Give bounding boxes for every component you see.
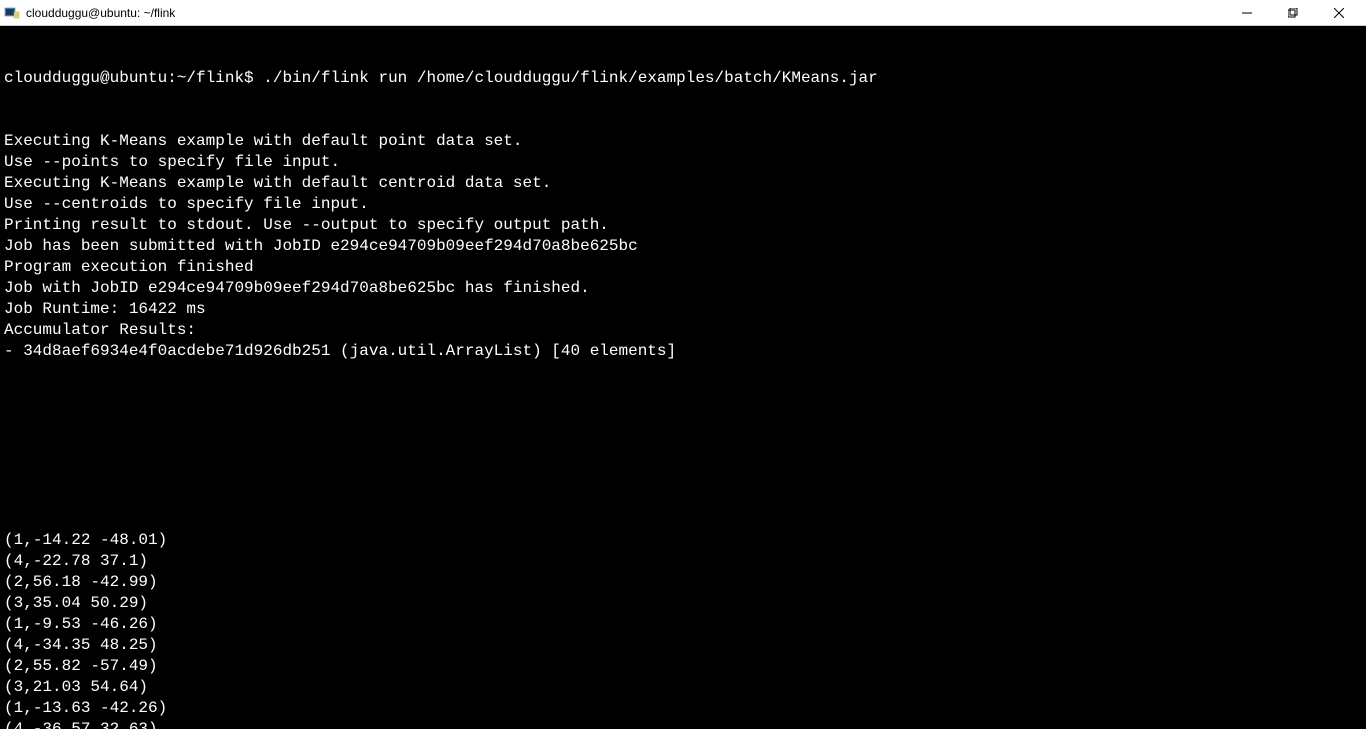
data-point-line: (1,-9.53 -46.26) [4,614,1362,635]
command-line: cloudduggu@ubuntu:~/flink$ ./bin/flink r… [4,68,1362,89]
data-point-line: (3,35.04 50.29) [4,593,1362,614]
blank-line [4,467,1362,488]
window-controls [1224,0,1362,26]
data-point-line: (1,-14.22 -48.01) [4,530,1362,551]
output-line: Job with JobID e294ce94709b09eef294d70a8… [4,278,1362,299]
output-line: Printing result to stdout. Use --output … [4,215,1362,236]
output-container: Executing K-Means example with default p… [4,131,1362,362]
terminal-area[interactable]: cloudduggu@ubuntu:~/flink$ ./bin/flink r… [0,26,1366,729]
data-point-line: (4,-34.35 48.25) [4,635,1362,656]
data-point-line: (3,21.03 54.64) [4,677,1362,698]
blank-line [4,404,1362,425]
data-point-line: (1,-13.63 -42.26) [4,698,1362,719]
output-line: Accumulator Results: [4,320,1362,341]
output-line: Use --points to specify file input. [4,152,1362,173]
close-button[interactable] [1316,0,1362,26]
output-line: Job Runtime: 16422 ms [4,299,1362,320]
data-point-line: (2,56.18 -42.99) [4,572,1362,593]
data-point-line: (2,55.82 -57.49) [4,656,1362,677]
data-points-container: (1,-14.22 -48.01)(4,-22.78 37.1)(2,56.18… [4,530,1362,729]
output-line: Program execution finished [4,257,1362,278]
maximize-button[interactable] [1270,0,1316,26]
command-text: ./bin/flink run /home/cloudduggu/flink/e… [263,69,878,87]
data-point-line: (4,-36.57 32.63) [4,719,1362,729]
output-line: Job has been submitted with JobID e294ce… [4,236,1362,257]
prompt-text: cloudduggu@ubuntu:~/flink$ [4,69,263,87]
data-point-line: (4,-22.78 37.1) [4,551,1362,572]
output-line: - 34d8aef6934e4f0acdebe71d926db251 (java… [4,341,1362,362]
titlebar: cloudduggu@ubuntu: ~/flink [0,0,1366,26]
putty-icon [4,5,20,21]
output-line: Executing K-Means example with default c… [4,173,1362,194]
minimize-button[interactable] [1224,0,1270,26]
output-line: Use --centroids to specify file input. [4,194,1362,215]
window-title: cloudduggu@ubuntu: ~/flink [26,6,1224,20]
output-line: Executing K-Means example with default p… [4,131,1362,152]
